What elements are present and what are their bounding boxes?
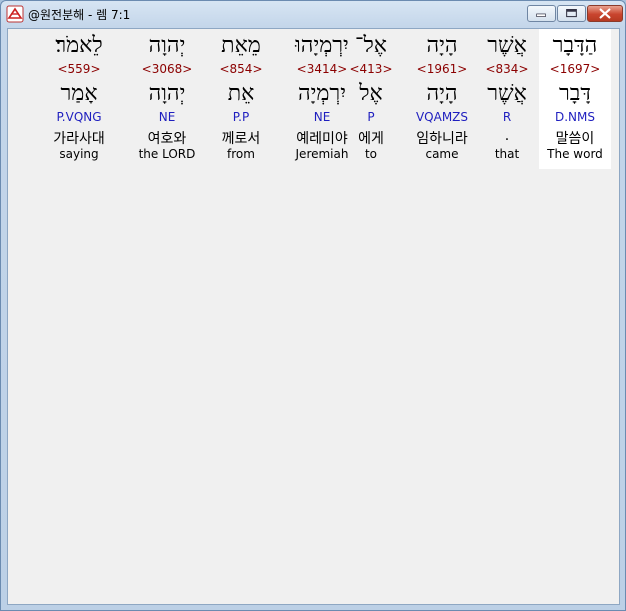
word-column[interactable]: לֵאמֹר׃ <559> אָמַר P.VQNG 가라사대 saying xyxy=(43,29,115,169)
hebrew-word: אֲשֶׁר xyxy=(487,33,527,58)
hebrew-word: הַדָּבָר xyxy=(552,33,598,58)
english-gloss: the LORD xyxy=(138,147,196,161)
strong-number: <834> xyxy=(485,62,529,76)
korean-gloss: . xyxy=(504,128,510,144)
maximize-button[interactable] xyxy=(557,5,586,22)
morphology-code: D.NMS xyxy=(554,110,595,124)
maximize-icon xyxy=(566,9,577,18)
hebrew-word: יִרְמְיָהוּ xyxy=(295,33,349,58)
korean-gloss: 임하니라 xyxy=(416,131,468,147)
strong-number: <3414> xyxy=(296,62,348,76)
morphology-code: VQAMZS xyxy=(415,110,469,124)
minimize-icon xyxy=(536,13,546,17)
word-column[interactable]: הָיָה <1961> הָיָה VQAMZS 임하니라 came xyxy=(406,29,478,169)
strong-number: <1961> xyxy=(416,62,468,76)
hebrew-lemma: אֵת xyxy=(227,81,255,106)
analysis-panel[interactable]: הַדָּבָר <1697> דָּבָר D.NMS 말씀이 The word אֲשֶ… xyxy=(7,28,620,605)
morphology-code: NE xyxy=(313,110,331,124)
korean-gloss: 예레미야 xyxy=(296,131,348,147)
morphology-code: P.VQNG xyxy=(56,110,102,124)
word-column[interactable]: הַדָּבָר <1697> דָּבָר D.NMS 말씀이 The word xyxy=(539,29,611,169)
morphology-code: R xyxy=(502,110,512,124)
strong-number: <559> xyxy=(57,62,101,76)
hebrew-lemma: אֲשֶׁר xyxy=(487,81,527,106)
korean-gloss: 가라사대 xyxy=(53,131,105,147)
english-gloss: from xyxy=(227,147,255,161)
window-title: @원전분해 - 렘 7:1 xyxy=(28,8,131,22)
word-column[interactable]: אֲשֶׁר <834> אֲשֶׁר R. that xyxy=(474,29,540,169)
morphology-code: P.P xyxy=(232,110,250,124)
close-icon xyxy=(599,8,611,19)
hebrew-word: הָיָה xyxy=(426,33,458,58)
app-logo-icon xyxy=(6,5,24,23)
hebrew-word: יְהוָה xyxy=(148,33,186,58)
strong-number: <1697> xyxy=(549,62,601,76)
hebrew-lemma: יִרְמְיָה xyxy=(297,81,347,106)
morphology-code: NE xyxy=(158,110,176,124)
hebrew-lemma: אָמַר xyxy=(60,81,98,106)
close-button[interactable] xyxy=(587,5,623,22)
english-gloss: saying xyxy=(59,147,99,161)
word-column[interactable]: יִרְמְיָהוּ <3414> יִרְמְיָה NE 예레미야 Jeremiah xyxy=(282,29,362,169)
title-bar[interactable]: @원전분해 - 렘 7:1 xyxy=(1,1,625,27)
english-gloss: came xyxy=(425,147,459,161)
english-gloss: Jeremiah xyxy=(295,147,349,161)
korean-gloss: 여호와 xyxy=(147,131,187,147)
word-column[interactable]: מֵאֵת <854> אֵת P.P 께로서 from xyxy=(204,29,278,169)
hebrew-lemma: הָיָה xyxy=(426,81,458,106)
strong-number: <854> xyxy=(219,62,263,76)
hebrew-word: מֵאֵת xyxy=(221,33,261,58)
word-column[interactable]: יְהוָה <3068> יְהוָה NE 여호와 the LORD xyxy=(131,29,203,169)
korean-gloss: 말씀이 xyxy=(555,131,595,147)
minimize-button[interactable] xyxy=(527,5,556,22)
hebrew-lemma: יְהוָה xyxy=(148,81,186,106)
strong-number: <3068> xyxy=(141,62,193,76)
hebrew-lemma: דָּבָר xyxy=(559,81,591,106)
app-window: @원전분해 - 렘 7:1 הַדָּבָר <1697> דָּבָר D.NMS 말… xyxy=(0,0,626,611)
hebrew-word: לֵאמֹר׃ xyxy=(55,33,103,58)
english-gloss: The word xyxy=(547,147,603,161)
english-gloss: that xyxy=(494,147,520,161)
korean-gloss: 께로서 xyxy=(221,131,261,147)
